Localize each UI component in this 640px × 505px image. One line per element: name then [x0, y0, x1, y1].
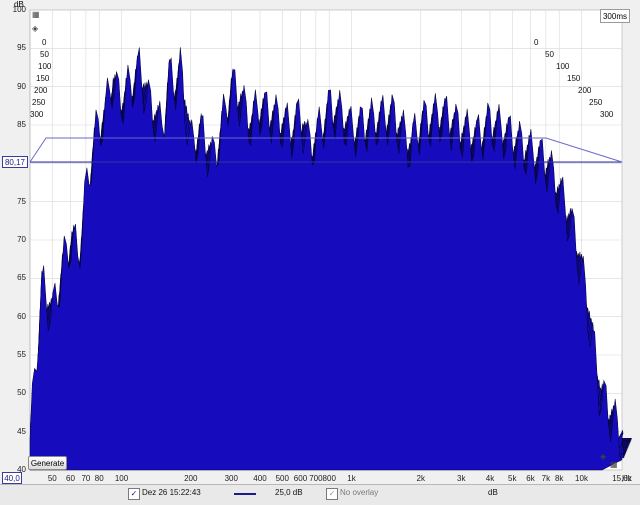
mini-icon-top[interactable]: ▦ — [32, 10, 40, 19]
y-tick-label: 55 — [17, 350, 26, 359]
x-tick-label: 4k — [485, 474, 495, 483]
x-tick-label: 8k — [554, 474, 564, 483]
x-tick-label: 3k — [457, 474, 466, 483]
x-tick-label: 700 — [309, 474, 323, 483]
series-color-swatch — [234, 493, 256, 495]
y-tick-label: 70 — [17, 235, 26, 244]
x-unit-label: Hz — [622, 474, 632, 483]
y-tick-label: 85 — [17, 120, 26, 129]
depth-tick-right: 0 — [534, 38, 539, 47]
y-tick-label: 100 — [12, 5, 26, 14]
x-tick-label: 200 — [184, 474, 198, 483]
depth-tick-left: 50 — [40, 50, 49, 59]
depth-tick-right: 50 — [545, 50, 554, 59]
x-tick-label: 100 — [114, 474, 129, 483]
depth-tick-left: 0 — [42, 38, 47, 47]
overlay-label: No overlay — [340, 488, 379, 497]
floor-value-box[interactable]: 40,0 — [2, 472, 22, 484]
range-label: 25,0 dB — [275, 488, 303, 497]
unit-label: dB — [488, 488, 498, 497]
y-tick-label: 65 — [17, 273, 26, 283]
depth-tick-left: 200 — [34, 86, 48, 95]
threshold-value-box[interactable]: 80,17 — [2, 156, 28, 168]
x-tick-label: 600 — [293, 474, 308, 483]
x-tick-label: 6k — [526, 474, 535, 483]
x-tick-label: 800 — [322, 474, 336, 483]
x-tick-label: 2k — [416, 474, 425, 483]
waterfall-plot[interactable] — [0, 0, 640, 504]
depth-tick-left: 150 — [36, 74, 50, 83]
depth-tick-left: 250 — [32, 98, 46, 107]
x-tick-label: 70 — [81, 474, 91, 483]
x-tick-label: 7k — [541, 474, 551, 483]
y-tick-label: 75 — [17, 196, 26, 206]
depth-tick-right: 100 — [556, 62, 570, 71]
depth-tick-right: 250 — [589, 98, 603, 107]
x-tick-label: 400 — [253, 474, 267, 483]
mini-icon-mid[interactable]: ◈ — [32, 24, 38, 33]
x-tick-label: 80 — [94, 474, 104, 483]
x-tick-label: 300 — [224, 474, 238, 483]
y-tick-label: 50 — [17, 388, 26, 398]
measurement-checkbox[interactable]: ✓ — [128, 488, 140, 500]
y-tick-label: 95 — [17, 43, 26, 53]
y-tick-label: 60 — [17, 311, 26, 321]
mini-icon-br1[interactable]: ◈ — [600, 452, 606, 461]
depth-tick-left: 100 — [38, 62, 52, 71]
time-window-select[interactable]: 300ms — [600, 9, 630, 23]
mini-icon-br2[interactable]: ▦ — [610, 460, 618, 469]
depth-tick-left: 300 — [30, 110, 44, 119]
x-tick-label: 5k — [508, 474, 517, 483]
x-tick-label: 60 — [66, 474, 75, 483]
y-tick-label: 90 — [17, 81, 26, 91]
x-tick-label: 50 — [47, 474, 57, 483]
x-tick-label: 1k — [347, 474, 356, 483]
status-bar: ✓ Dez 26 15:22:43 25,0 dB ✓ No overlay d… — [0, 484, 640, 505]
depth-tick-right: 150 — [567, 74, 581, 83]
x-tick-label: 10k — [575, 474, 588, 483]
measurement-label: Dez 26 15:22:43 — [142, 488, 201, 497]
x-tick-label: 500 — [275, 474, 289, 483]
y-tick-label: 45 — [17, 426, 26, 436]
overlay-checkbox[interactable]: ✓ — [326, 488, 338, 500]
depth-tick-right: 300 — [600, 110, 614, 119]
depth-tick-right: 200 — [578, 86, 592, 95]
generate-button[interactable]: Generate — [28, 456, 67, 470]
